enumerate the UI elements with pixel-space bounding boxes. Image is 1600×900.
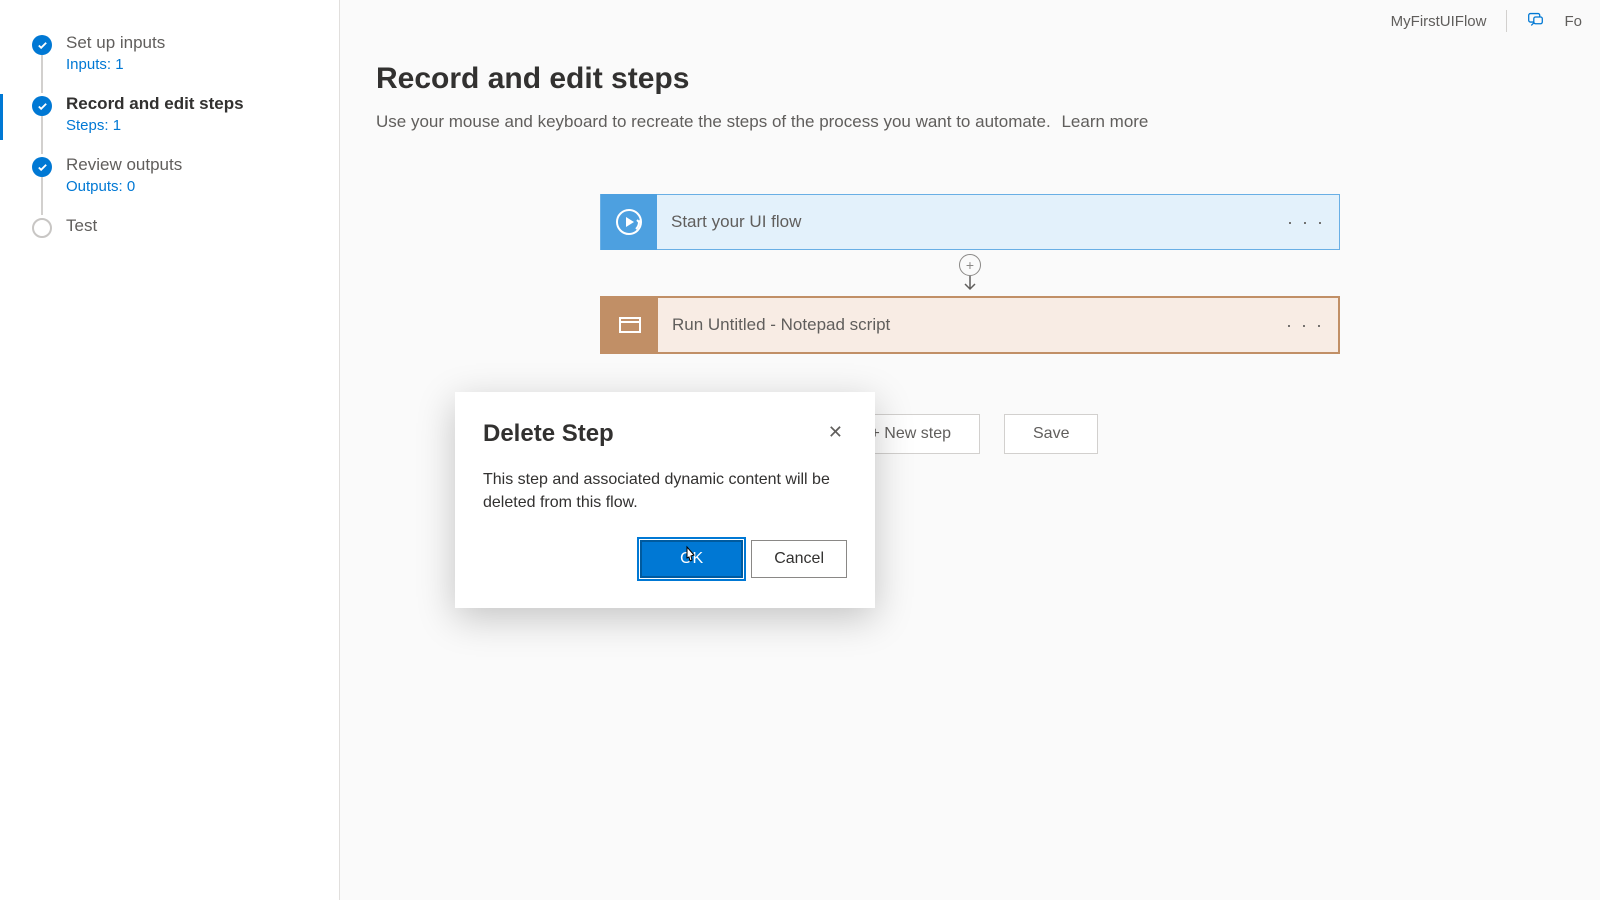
plus-icon[interactable]: +	[959, 254, 981, 276]
wizard-step-title: Review outputs	[66, 154, 182, 176]
page-title: Record and edit steps	[376, 62, 1564, 96]
circle-icon	[32, 218, 52, 238]
flow-step-label: Run Untitled - Notepad script	[658, 315, 890, 335]
ok-button[interactable]: OK	[640, 540, 743, 578]
window-icon	[602, 297, 658, 353]
flow-step-label: Start your UI flow	[657, 212, 801, 232]
wizard-step-setup-inputs[interactable]: Set up inputs Inputs: 1	[0, 22, 339, 83]
check-icon	[32, 157, 52, 177]
feedback-icon[interactable]	[1527, 11, 1544, 32]
flow-step-start[interactable]: Start your UI flow · · ·	[600, 194, 1340, 250]
close-icon[interactable]: ✕	[824, 420, 847, 445]
wizard-step-test[interactable]: Test	[0, 205, 339, 248]
dialog-title: Delete Step	[483, 420, 614, 448]
check-icon	[32, 96, 52, 116]
play-record-icon	[601, 194, 657, 250]
flow-name-label: MyFirstUIFlow	[1391, 13, 1487, 30]
ellipsis-icon[interactable]: · · ·	[1286, 315, 1324, 336]
wizard-step-review-outputs[interactable]: Review outputs Outputs: 0	[0, 144, 339, 205]
save-button[interactable]: Save	[1004, 414, 1098, 454]
divider	[1506, 10, 1507, 32]
page-description-text: Use your mouse and keyboard to recreate …	[376, 112, 1051, 131]
check-icon	[32, 35, 52, 55]
wizard-step-title: Test	[66, 215, 97, 237]
cancel-button[interactable]: Cancel	[751, 540, 847, 578]
add-step-connector[interactable]: +	[959, 251, 981, 295]
wizard-step-title: Record and edit steps	[66, 93, 244, 115]
arrow-down-icon	[961, 274, 979, 292]
wizard-step-subtitle: Outputs: 0	[66, 178, 182, 195]
wizard-sidebar: Set up inputs Inputs: 1 Record and edit …	[0, 0, 340, 900]
delete-step-dialog: Delete Step ✕ This step and associated d…	[455, 392, 875, 608]
wizard-step-title: Set up inputs	[66, 32, 165, 54]
dialog-body: This step and associated dynamic content…	[483, 468, 847, 514]
top-right-cut-label: Fo	[1564, 13, 1582, 30]
wizard-step-subtitle: Steps: 1	[66, 117, 244, 134]
wizard-step-record-edit[interactable]: Record and edit steps Steps: 1	[0, 83, 339, 144]
top-bar: MyFirstUIFlow Fo	[1391, 10, 1582, 32]
page-description: Use your mouse and keyboard to recreate …	[376, 112, 1564, 132]
wizard-step-subtitle: Inputs: 1	[66, 56, 165, 73]
learn-more-link[interactable]: Learn more	[1061, 112, 1148, 131]
flow-step-script[interactable]: Run Untitled - Notepad script · · ·	[600, 296, 1340, 354]
ellipsis-icon[interactable]: · · ·	[1287, 212, 1325, 233]
